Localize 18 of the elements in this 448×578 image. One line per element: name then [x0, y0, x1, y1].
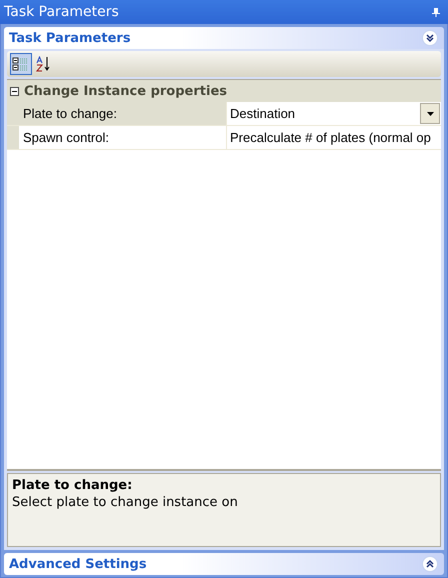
description-text: Select plate to change instance on [12, 495, 239, 510]
collapse-icon[interactable] [10, 86, 19, 96]
section-header[interactable]: Advanced Settings [4, 553, 444, 575]
chevron-icon[interactable] [422, 556, 438, 572]
categorized-button[interactable] [10, 53, 32, 75]
chevron-icon[interactable] [422, 30, 438, 46]
property-value[interactable]: Precalculate # of plates (normal op [227, 126, 441, 149]
category-title: Change Instance properties [24, 84, 227, 98]
pin-icon[interactable] [432, 8, 440, 16]
description-title: Plate to change: [12, 478, 134, 493]
property-name[interactable]: Spawn control: [19, 126, 227, 149]
property-name[interactable]: Plate to change: [19, 102, 227, 125]
caret-icon [426, 112, 434, 116]
dropdown-button[interactable] [420, 103, 440, 124]
property-value[interactable]: Destination [227, 102, 441, 125]
category-row[interactable]: Change Instance properties [7, 80, 441, 102]
window-title: Task Parameters [4, 4, 119, 20]
section-header[interactable]: Task Parameters [4, 27, 444, 49]
